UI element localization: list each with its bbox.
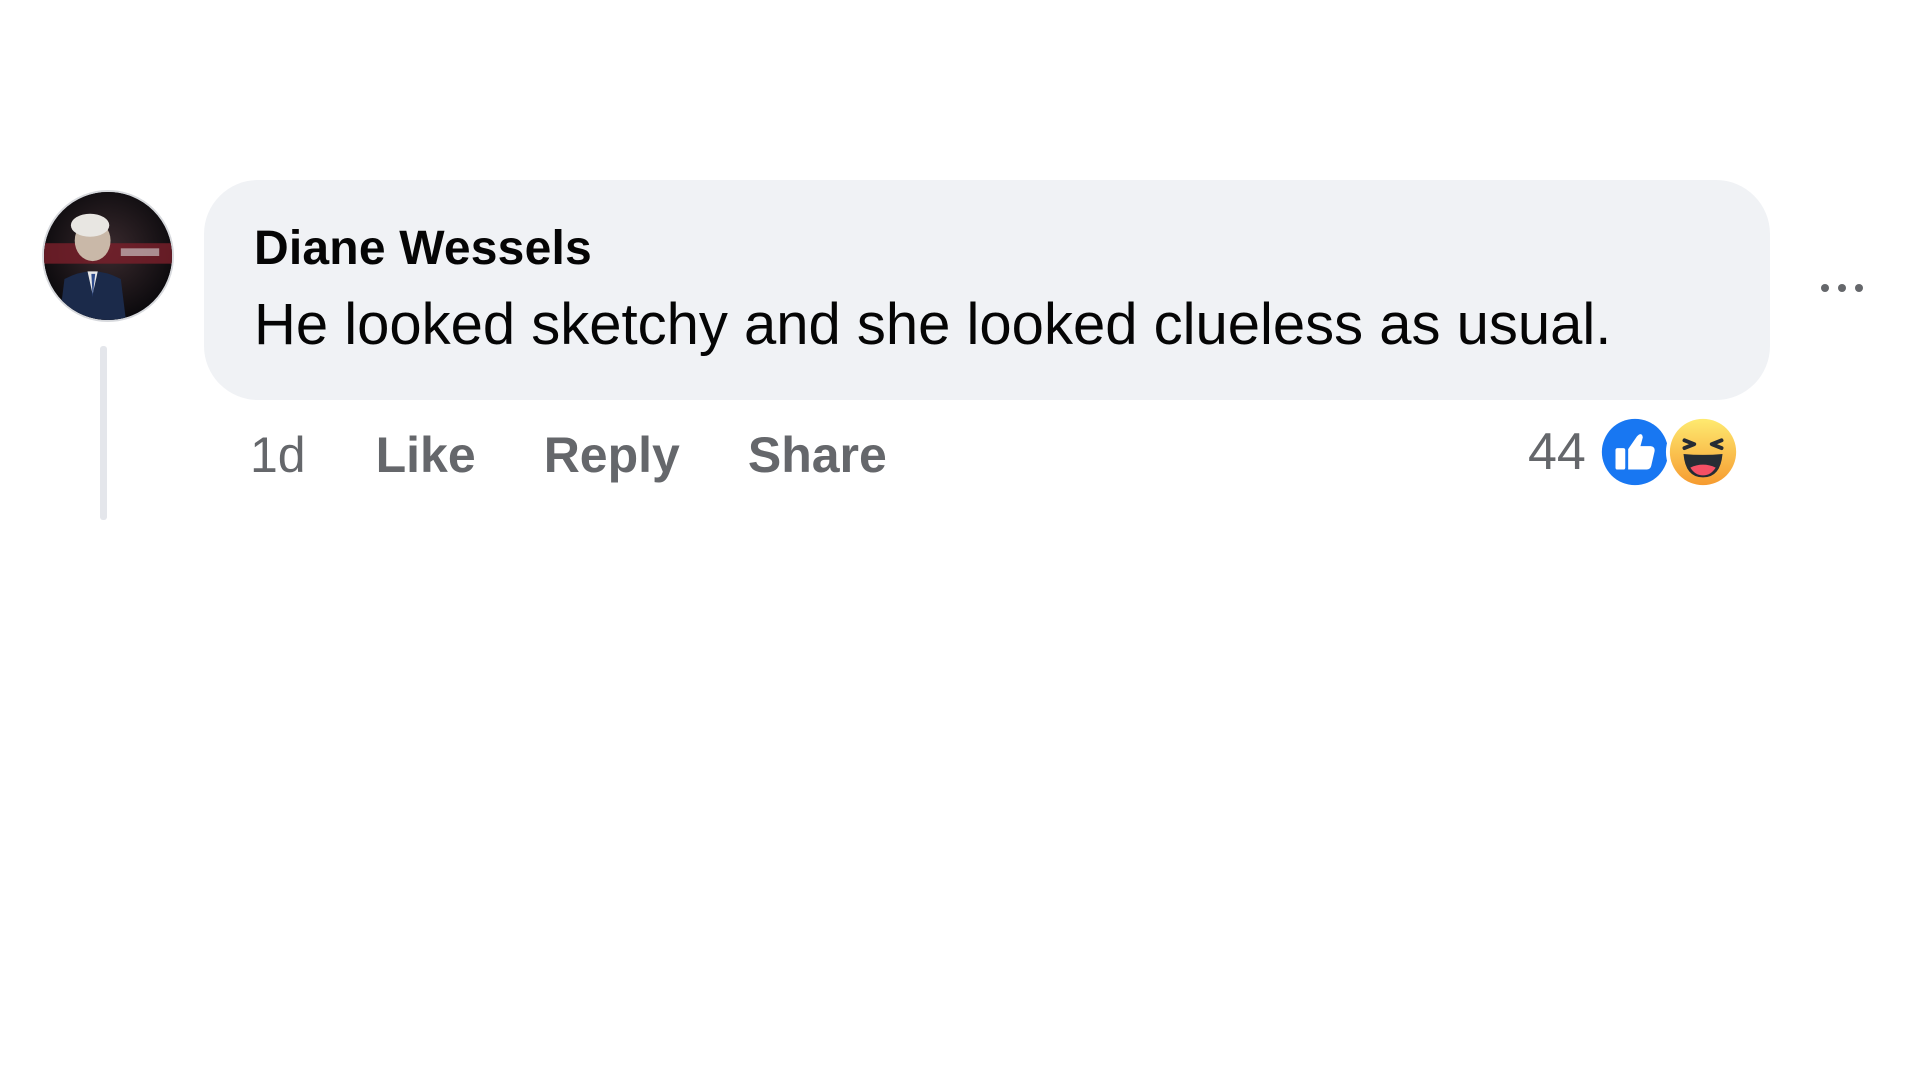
comment-text: He looked sketchy and she looked clueles… [254, 292, 1612, 357]
reply-button[interactable]: Reply [544, 426, 680, 484]
reaction-summary[interactable]: 44 [1528, 412, 1742, 492]
avatar-image [44, 192, 172, 320]
haha-icon [1665, 414, 1740, 490]
reaction-count: 44 [1528, 423, 1586, 481]
thread-line [100, 346, 107, 520]
comment: Diane Wessels He looked sketchy and she … [0, 0, 1920, 1080]
timestamp[interactable]: 1d [250, 426, 306, 484]
dot [1821, 284, 1829, 292]
dot [1855, 284, 1863, 292]
avatar[interactable] [42, 190, 174, 322]
like-icon [1597, 414, 1672, 490]
more-options-icon[interactable] [1810, 268, 1874, 308]
author-name[interactable]: Diane Wessels [254, 220, 1720, 278]
share-button[interactable]: Share [748, 426, 887, 484]
comment-bubble: Diane Wessels He looked sketchy and she … [204, 180, 1770, 400]
like-button[interactable]: Like [376, 426, 476, 484]
comment-actions: 1d Like Reply Share [250, 420, 955, 490]
dot [1838, 284, 1846, 292]
